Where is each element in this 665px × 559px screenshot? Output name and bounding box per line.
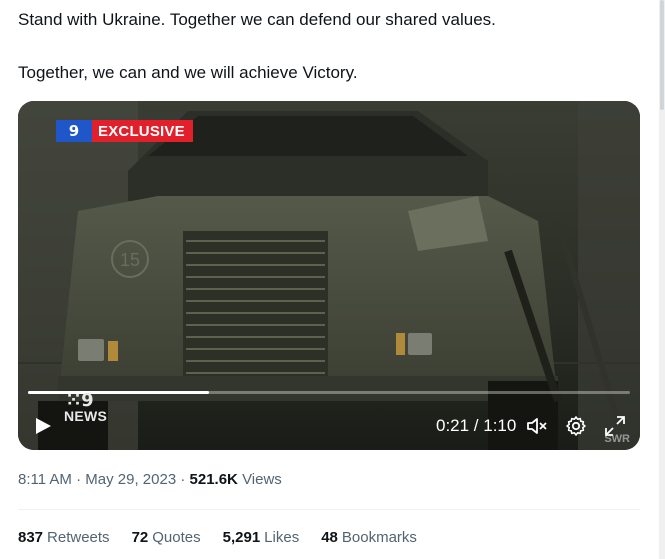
bookmarks-label: Bookmarks xyxy=(341,529,417,546)
views-label: Views xyxy=(242,471,282,488)
tweet-text-line-2: Together, we can and we will achieve Vic… xyxy=(18,63,358,82)
divider xyxy=(18,509,640,510)
play-icon xyxy=(36,418,51,434)
video-progress-fill xyxy=(28,391,209,394)
page-scrollbar[interactable] xyxy=(659,0,665,559)
nine-news-dots-icon: ⁙9 xyxy=(66,390,94,411)
video-player[interactable]: 15 9 EXCLUSIVE ⁙9 NEWS 0:21 / 1:10 SWR xyxy=(18,101,640,450)
tweet-text-line-1: Stand with Ukraine. Together we can defe… xyxy=(18,10,496,29)
meta-separator: · xyxy=(180,471,186,488)
nine-news-word: NEWS xyxy=(64,408,108,424)
tweet-date[interactable]: May 29, 2023 xyxy=(85,471,176,488)
quotes-stat[interactable]: 72 Quotes xyxy=(132,528,201,548)
mute-button[interactable] xyxy=(525,414,549,438)
swr-watermark: SWR xyxy=(604,433,630,445)
retweets-stat[interactable]: 837 Retweets xyxy=(18,528,110,548)
likes-count: 5,291 xyxy=(222,529,261,546)
bookmarks-stat[interactable]: 48 Bookmarks xyxy=(321,528,417,548)
gear-icon xyxy=(566,416,586,436)
settings-button[interactable] xyxy=(564,414,588,438)
engagement-stats: 837 Retweets 72 Quotes 5,291 Likes 48 Bookma… xyxy=(18,528,417,548)
exclusive-label: EXCLUSIVE xyxy=(92,120,193,142)
scrollbar-thumb[interactable] xyxy=(660,0,664,110)
video-progress-bar[interactable] xyxy=(28,391,630,394)
retweets-label: Retweets xyxy=(47,529,110,546)
vehicle-number: 15 xyxy=(120,250,140,270)
views-count: 521.6K xyxy=(189,471,238,488)
tweet-metadata: 8:11 AM · May 29, 2023 · 521.6K Views xyxy=(18,470,282,490)
bookmarks-count: 48 xyxy=(321,529,338,546)
video-frame: 15 xyxy=(18,101,640,450)
volume-muted-icon xyxy=(527,418,547,434)
tweet-time[interactable]: 8:11 AM xyxy=(18,471,72,488)
retweets-count: 837 xyxy=(18,529,44,546)
exclusive-banner: 9 EXCLUSIVE xyxy=(56,120,193,142)
meta-separator: · xyxy=(76,471,82,488)
quotes-label: Quotes xyxy=(152,529,201,546)
channel-9-logo: 9 xyxy=(56,120,92,142)
video-time-display: 0:21 / 1:10 xyxy=(436,416,517,435)
likes-label: Likes xyxy=(264,529,300,546)
nine-news-logo: ⁙9 NEWS xyxy=(64,390,108,424)
play-button[interactable] xyxy=(32,415,54,437)
likes-stat[interactable]: 5,291 Likes xyxy=(223,528,300,548)
quotes-count: 72 xyxy=(131,529,149,546)
